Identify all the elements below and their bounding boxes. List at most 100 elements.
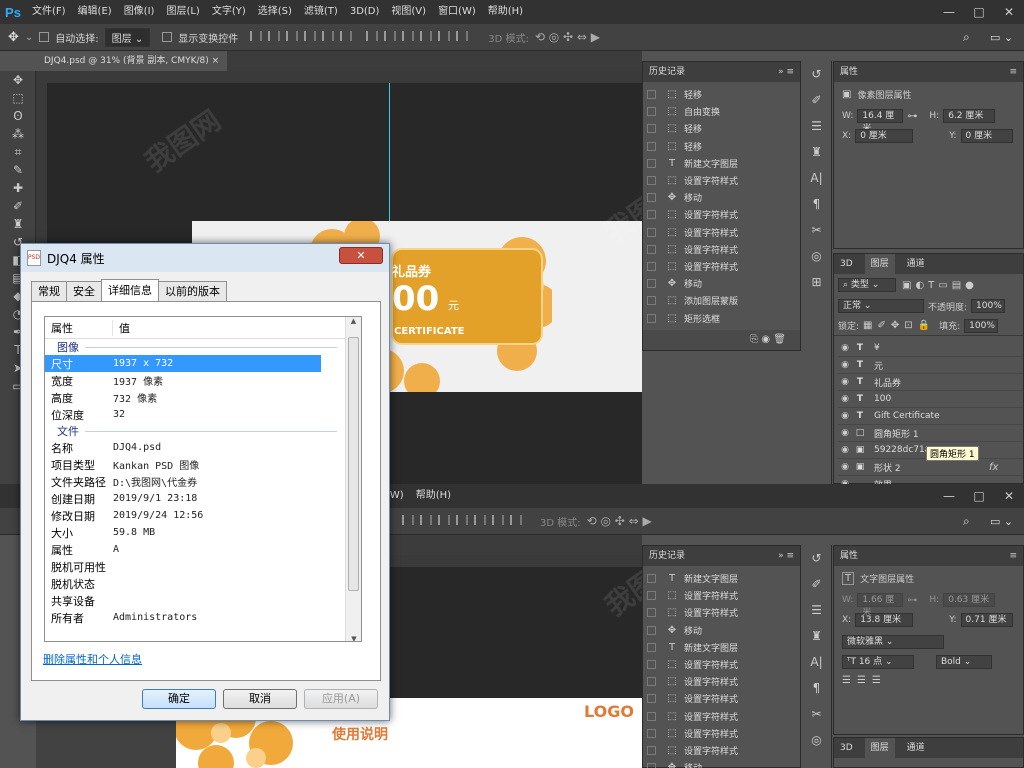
tab-layers[interactable]: 图层 <box>864 254 895 274</box>
character-icon[interactable]: A| <box>801 165 832 191</box>
eye-icon[interactable]: ◉ <box>838 462 852 472</box>
property-row[interactable]: 名称 DJQ4.psd <box>45 439 361 456</box>
menu-item[interactable]: 编辑(E) <box>72 0 118 24</box>
eye-icon[interactable]: ◉ <box>838 411 852 421</box>
scroll-thumb[interactable] <box>348 337 359 591</box>
marquee-tool-icon[interactable]: ⬚ <box>0 89 36 107</box>
history-item[interactable]: ⬚ 设置字符样式 <box>643 604 800 621</box>
history-snapshot-checkbox[interactable] <box>647 591 656 601</box>
dialog-close-button[interactable]: ✕ <box>339 247 383 264</box>
stamp-panel-icon[interactable]: ♜ <box>801 623 832 649</box>
tab-security[interactable]: 安全 <box>66 281 102 301</box>
history-item[interactable]: ⬚ 设置字符样式 <box>643 172 800 189</box>
tab-previous-versions[interactable]: 以前的版本 <box>158 281 227 301</box>
history-snapshot-checkbox[interactable] <box>647 227 656 237</box>
stamp-panel-icon[interactable]: ♜ <box>801 139 832 165</box>
y-field[interactable]: 0 厘米 <box>960 129 1013 143</box>
crop-tool-icon[interactable]: ⌗ <box>0 143 36 161</box>
tools-icon[interactable]: ✂ <box>801 217 832 243</box>
workspace-icon[interactable]: ▭ ⌄ <box>990 515 1013 528</box>
layer-row[interactable]: ◉效果 <box>838 476 1023 484</box>
property-row[interactable]: 脱机可用性 <box>45 558 361 575</box>
history-item[interactable]: ✥ 移动 <box>643 759 800 768</box>
eye-icon[interactable]: ◉ <box>838 394 852 404</box>
eye-icon[interactable]: ◉ <box>838 428 852 438</box>
history-snapshot-checkbox[interactable] <box>647 124 656 134</box>
history-item[interactable]: ⬚ 矩形选框 <box>643 309 800 326</box>
history-snapshot-checkbox[interactable] <box>647 176 656 186</box>
history-snapshot-checkbox[interactable] <box>647 210 656 220</box>
layer-row[interactable]: ◉ T 礼品券 <box>838 374 1023 391</box>
history-item[interactable]: T 新建文字图层 <box>643 639 800 656</box>
eye-icon[interactable]: ◉ <box>838 343 852 353</box>
history-item[interactable]: ✥ 移动 <box>643 622 800 639</box>
menu-item[interactable]: 图层(L) <box>160 0 205 24</box>
healing-brush-icon[interactable]: ✚ <box>0 179 36 197</box>
menu-item[interactable]: 选择(S) <box>252 0 298 24</box>
history-snapshot-checkbox[interactable] <box>647 728 656 738</box>
history-item[interactable]: ⬚ 轻移 <box>643 138 800 155</box>
history-item[interactable]: ✥ 移动 <box>643 189 800 206</box>
property-row[interactable]: 共享设备 <box>45 592 361 609</box>
menu-item[interactable]: 窗口(W) <box>432 0 482 24</box>
property-row[interactable]: 文件夹路径 D:\我图网\代金券 <box>45 473 361 490</box>
history-snapshot-checkbox[interactable] <box>647 763 656 768</box>
tab-channels[interactable]: 通道 <box>907 254 925 274</box>
column-property[interactable]: 属性 <box>45 319 113 336</box>
close-window-button[interactable]: ✕ <box>994 484 1024 508</box>
property-row[interactable]: 修改日期 2019/9/24 12:56 <box>45 507 361 524</box>
lock-icons[interactable]: ▦✐✥⊡🔒 <box>863 320 935 331</box>
auto-select-checkbox[interactable] <box>39 32 50 42</box>
history-item[interactable]: ⬚ 设置字符样式 <box>643 258 800 275</box>
history-item[interactable]: ⬚ 设置字符样式 <box>643 206 800 223</box>
close-tab-icon[interactable]: × <box>212 56 220 66</box>
property-row[interactable]: 高度 732 像素 <box>45 389 361 406</box>
height-field[interactable]: 0.63 厘米 <box>943 593 996 607</box>
close-window-button[interactable]: ✕ <box>994 0 1024 24</box>
text-align-icons[interactable]: ☰☰☰ <box>842 675 1015 686</box>
history-icon[interactable]: ↺ <box>801 61 832 87</box>
history-item[interactable]: ⬚ 设置字符样式 <box>643 708 800 725</box>
column-value[interactable]: 值 <box>113 320 130 336</box>
history-snapshot-checkbox[interactable] <box>647 625 656 635</box>
eye-icon[interactable]: ◉ <box>838 360 852 370</box>
align-icons[interactable] <box>396 514 522 528</box>
move-tool-icon[interactable]: ✥ <box>0 71 36 89</box>
align-icons[interactable] <box>244 30 469 44</box>
scroll-up-icon[interactable]: ▲ <box>346 317 361 325</box>
history-snapshot-checkbox[interactable] <box>647 608 656 618</box>
history-item[interactable]: ⬚ 设置字符样式 <box>643 690 800 707</box>
history-item[interactable]: ⬚ 自由变换 <box>643 103 800 120</box>
eye-icon[interactable]: ◉ <box>838 445 852 455</box>
menu-help[interactable]: 帮助(H) <box>410 484 457 508</box>
fx-badge[interactable]: fx <box>989 462 998 473</box>
3d-mode-icons[interactable]: ⟲ ◎ ✣ ⇔ ▶ <box>535 30 600 44</box>
property-row[interactable]: 创建日期 2019/9/1 23:18 <box>45 490 361 507</box>
history-snapshot-checkbox[interactable] <box>647 745 656 755</box>
menu-item[interactable]: 滤镜(T) <box>298 0 344 24</box>
history-snapshot-checkbox[interactable] <box>647 158 656 168</box>
history-item[interactable]: ✥ 移动 <box>643 275 800 292</box>
show-transform-checkbox[interactable] <box>162 32 173 42</box>
history-icon[interactable]: ↺ <box>801 545 832 571</box>
grid-icon[interactable]: ⊞ <box>801 269 832 295</box>
layer-row[interactable]: ◉ T Gift Certificate <box>838 408 1023 425</box>
minimize-button[interactable]: — <box>934 0 964 24</box>
maximize-button[interactable]: □ <box>964 484 994 508</box>
history-item[interactable]: ⬚ 设置字符样式 <box>643 673 800 690</box>
magic-wand-icon[interactable]: ⁂ <box>0 125 36 143</box>
history-item[interactable]: ⬚ 设置字符样式 <box>643 742 800 759</box>
history-item[interactable]: ⬚ 设置字符样式 <box>643 224 800 241</box>
panel-menu-icon[interactable]: ≡ <box>1009 546 1017 566</box>
history-snapshot-checkbox[interactable] <box>647 677 656 687</box>
paragraph-icon[interactable]: ¶ <box>801 191 832 217</box>
layer-filter-dropdown[interactable]: ⌕ 类型 ⌄ <box>838 278 896 292</box>
brush-presets-icon[interactable]: ✐ <box>801 571 832 597</box>
menu-item[interactable]: 文件(F) <box>26 0 72 24</box>
history-snapshot-checkbox[interactable] <box>647 279 656 289</box>
history-snapshot-checkbox[interactable] <box>647 660 656 670</box>
scroll-down-icon[interactable]: ▼ <box>346 635 361 641</box>
eye-icon[interactable]: ◉ <box>838 377 852 387</box>
eyedropper-icon[interactable]: ✎ <box>0 161 36 179</box>
search-icon[interactable]: ⌕ <box>963 30 970 45</box>
